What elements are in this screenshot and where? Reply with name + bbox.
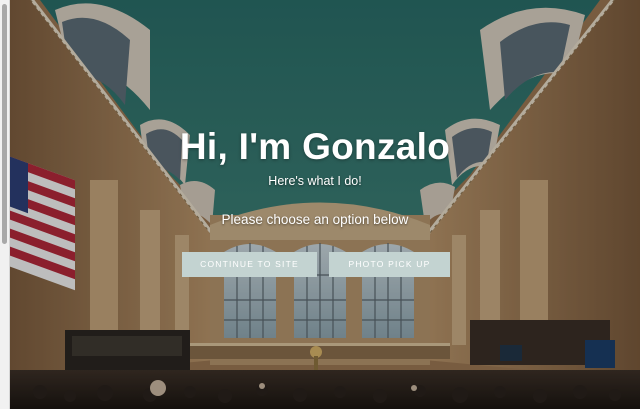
landing-page: Hi, I'm Gonzalo Here's what I do! Please… bbox=[0, 0, 640, 409]
hero-subtitle: Here's what I do! bbox=[268, 174, 362, 188]
hero-prompt: Please choose an option below bbox=[221, 212, 409, 227]
hero-section: Hi, I'm Gonzalo Here's what I do! Please… bbox=[0, 0, 640, 409]
continue-to-site-button[interactable]: CONTINUE TO SITE bbox=[182, 252, 317, 277]
photo-pick-up-button[interactable]: PHOTO PICK UP bbox=[329, 252, 450, 277]
hero-title: Hi, I'm Gonzalo bbox=[179, 126, 451, 167]
